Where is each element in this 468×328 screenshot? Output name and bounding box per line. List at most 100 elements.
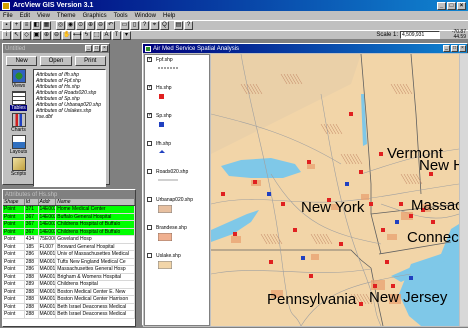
menu-edit[interactable]: Edit [20, 13, 30, 19]
table-row[interactable]: Point 288 MA001 Tufts New England Medical C… [3, 258, 135, 266]
edit-legend-icon[interactable]: ◧ [32, 21, 41, 30]
query-builder-icon[interactable]: Q [160, 21, 169, 30]
measure-icon[interactable]: ⟷ [72, 30, 82, 40]
col-id[interactable]: Id [25, 199, 39, 205]
col-name[interactable]: Name [56, 199, 136, 205]
pan-icon[interactable]: ✋ [62, 30, 71, 40]
area-of-interest-icon[interactable]: ⬚ [92, 30, 101, 40]
theme-visibility-checkbox[interactable] [147, 141, 152, 146]
close-button[interactable]: × [457, 1, 466, 10]
document-item[interactable]: irse.dbf [36, 114, 103, 120]
menu-tools[interactable]: Tools [114, 13, 128, 19]
zoom-selected-icon[interactable]: ⊙ [76, 21, 85, 30]
menu-help[interactable]: Help [163, 13, 175, 19]
view-titlebar[interactable]: Air Med Service Spatial Analysis _ □ × [143, 44, 467, 53]
view-vertical-scrollbar[interactable] [460, 54, 468, 326]
table-row[interactable]: Point 288 MA001 Boston Medical Center Harri… [3, 296, 135, 304]
table-row[interactable]: Point 434 75E000 Goveland Hosp [3, 236, 135, 244]
table-row[interactable]: Point 367 14E002 Childrens Hospital of Buff… [3, 221, 135, 229]
theme-properties-icon[interactable]: ≡ [22, 21, 31, 30]
table-row[interactable]: Point 286 MA001 Univ of Massachusettes Medi… [3, 251, 135, 259]
legend-entry[interactable]: Roads020.shp [145, 167, 209, 195]
new-button[interactable]: New [6, 56, 38, 66]
print-button[interactable]: Print [74, 56, 106, 66]
theme-visibility-checkbox[interactable] [147, 253, 152, 258]
theme-visibility-checkbox[interactable] [147, 197, 152, 202]
hotlink-icon[interactable]: ϟ [82, 30, 91, 40]
theme-visibility-checkbox[interactable] [147, 225, 152, 230]
clear-selection-icon[interactable]: ▯ [130, 21, 139, 30]
text-icon[interactable]: T [112, 30, 121, 40]
zoom-full-icon[interactable]: ◎ [56, 21, 65, 30]
zoom-in-tool-icon[interactable]: ⊕ [42, 30, 51, 40]
project-titlebar[interactable]: Untitled _ □ × [3, 44, 109, 53]
doctype-layouts[interactable]: Layouts [7, 135, 31, 155]
add-theme-icon[interactable]: + [12, 21, 21, 30]
menu-file[interactable]: File [3, 13, 13, 19]
save-project-icon[interactable]: ▪ [2, 21, 11, 30]
scale-input[interactable]: 4,509,931 [400, 31, 440, 39]
doctype-scripts[interactable]: Scripts [7, 157, 31, 177]
legend-entry[interactable]: Ifh.shp [145, 139, 209, 167]
theme-visibility-checkbox[interactable]: ✓ [147, 85, 152, 90]
zoom-out-tool-icon[interactable]: ⊖ [52, 30, 61, 40]
zoom-previous-icon[interactable]: ↶ [106, 21, 115, 30]
select-features-icon[interactable]: ▭ [120, 21, 129, 30]
table-row[interactable]: Point 371 14E002 Home Medical Center [3, 206, 135, 214]
legend-entry[interactable]: ✓ Fpf.shp [145, 55, 209, 83]
table-row[interactable]: Point 367 14E002 Buffalo General Hospital [3, 213, 135, 221]
map-display[interactable]: Vermont New H New York Massac Connect Pe… [211, 54, 459, 326]
vertex-edit-icon[interactable]: ◇ [22, 30, 31, 40]
draw-icon[interactable]: ▾ [122, 30, 131, 40]
project-minimize-button[interactable]: _ [85, 45, 92, 52]
minimize-button[interactable]: _ [437, 1, 446, 10]
table-row[interactable]: Point 288 MA001 Boston Medical Center E. Ne… [3, 288, 135, 296]
doctype-views[interactable]: Views [7, 69, 31, 89]
legend-entry[interactable]: Urbanap020.shp [145, 195, 209, 223]
table-row[interactable]: Point 286 MA001 Massachusettes General Hosp [3, 266, 135, 274]
col-addr[interactable]: Addr [39, 199, 57, 205]
doctype-charts[interactable]: Charts [7, 113, 31, 133]
menu-graphics[interactable]: Graphics [83, 13, 107, 19]
attr-titlebar[interactable]: Attributes of Hs.shp [3, 190, 135, 199]
identify-icon[interactable]: i [2, 30, 11, 40]
maximize-button[interactable]: □ [447, 1, 456, 10]
doctype-tables[interactable]: Tables [7, 91, 31, 111]
table-row[interactable]: Point 288 MA001 Brigham & Womens Hospital [3, 273, 135, 281]
open-button[interactable]: Open [40, 56, 72, 66]
zoom-out-icon[interactable]: ⊖ [96, 21, 105, 30]
table-row[interactable]: Point 289 MA001 Childrens Hospital [3, 281, 135, 289]
menu-window[interactable]: Window [135, 13, 156, 19]
legend-entry[interactable]: ✓ Hs.shp [145, 83, 209, 111]
view-close-button[interactable]: × [459, 45, 466, 52]
theme-visibility-checkbox[interactable]: ✓ [147, 57, 152, 62]
table-row[interactable]: Point 185 FL007 Broward General Hospital [3, 243, 135, 251]
table-row[interactable]: Point 288 MA001 Beth Israel Deaconess Medic… [3, 303, 135, 311]
view-minimize-button[interactable]: _ [443, 45, 450, 52]
cell-id: 286 [25, 266, 39, 273]
table-row[interactable]: Point 367 14E002 Childrens Hospital of Buff… [3, 228, 135, 236]
project-maximize-button[interactable]: □ [93, 45, 100, 52]
legend-entry[interactable]: ✓ Sp.shp [145, 111, 209, 139]
col-shape[interactable]: Shape [3, 199, 25, 205]
project-close-button[interactable]: × [101, 45, 108, 52]
theme-visibility-checkbox[interactable] [147, 169, 152, 174]
legend-entry[interactable]: Uslake.shp [145, 251, 209, 279]
zoom-in-icon[interactable]: ⊕ [86, 21, 95, 30]
open-table-icon[interactable]: ▦ [42, 21, 51, 30]
menu-theme[interactable]: Theme [57, 13, 76, 19]
layout-icon[interactable]: ▤ [174, 21, 183, 30]
find-icon[interactable]: ? [140, 21, 149, 30]
zoom-active-icon[interactable]: ◉ [66, 21, 75, 30]
map-canvas[interactable] [211, 54, 459, 326]
view-maximize-button[interactable]: □ [451, 45, 458, 52]
label-icon[interactable]: A [102, 30, 111, 40]
locate-address-icon[interactable]: ⌖ [150, 21, 159, 30]
help-icon[interactable]: ? [184, 21, 193, 30]
select-feature-icon[interactable]: ▣ [32, 30, 41, 40]
legend-entry[interactable]: Brandese.shp [145, 223, 209, 251]
table-row[interactable]: Point 288 MA001 Beth Israel Deaconess Medic… [3, 311, 135, 319]
menu-view[interactable]: View [37, 13, 50, 19]
pointer-icon[interactable]: ↖ [12, 30, 21, 40]
theme-visibility-checkbox[interactable]: ✓ [147, 113, 152, 118]
